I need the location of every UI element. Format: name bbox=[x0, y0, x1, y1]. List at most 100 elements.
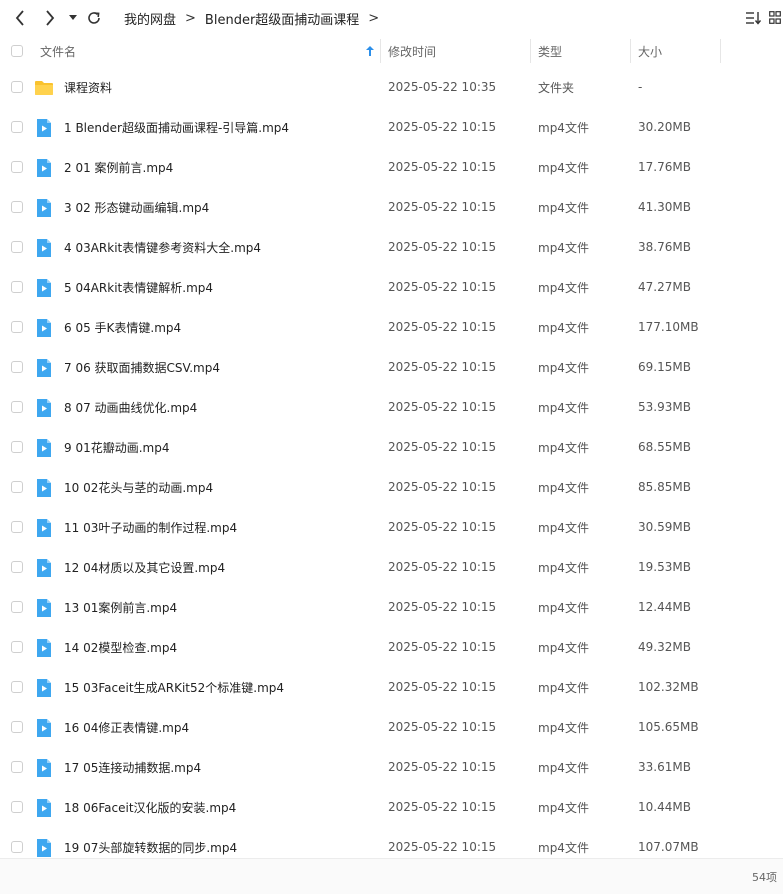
row-checkbox[interactable] bbox=[11, 801, 23, 813]
column-header: 文件名 修改时间 类型 大小 bbox=[0, 36, 783, 66]
file-type: mp4文件 bbox=[538, 520, 589, 535]
row-checkbox[interactable] bbox=[11, 601, 23, 613]
table-row[interactable]: 17 05连接动捕数据.mp4 2025-05-22 10:15 mp4文件 33.6… bbox=[0, 747, 783, 787]
row-checkbox[interactable] bbox=[11, 641, 23, 653]
modified-time: 2025-05-22 10:15 bbox=[388, 360, 497, 374]
file-name[interactable]: 9 01花瓣动画.mp4 bbox=[64, 427, 169, 467]
modified-time: 2025-05-22 10:15 bbox=[388, 400, 497, 414]
row-checkbox[interactable] bbox=[11, 281, 23, 293]
row-checkbox[interactable] bbox=[11, 721, 23, 733]
row-checkbox[interactable] bbox=[11, 681, 23, 693]
table-row[interactable]: 12 04材质以及其它设置.mp4 2025-05-22 10:15 mp4文件 19… bbox=[0, 547, 783, 587]
file-size: 17.76MB bbox=[638, 160, 691, 174]
column-divider[interactable] bbox=[530, 39, 531, 63]
row-checkbox[interactable] bbox=[11, 161, 23, 173]
history-dropdown-button[interactable] bbox=[67, 12, 79, 24]
row-checkbox[interactable] bbox=[11, 401, 23, 413]
file-name[interactable]: 课程资料 bbox=[64, 67, 112, 107]
row-checkbox[interactable] bbox=[11, 121, 23, 133]
file-name[interactable]: 7 06 获取面捕数据CSV.mp4 bbox=[64, 347, 220, 387]
column-name-header[interactable]: 文件名 bbox=[40, 36, 378, 66]
video-file-icon bbox=[37, 199, 51, 217]
video-file-icon bbox=[37, 279, 51, 297]
file-name[interactable]: 10 02花头与茎的动画.mp4 bbox=[64, 467, 213, 507]
table-row[interactable]: 11 03叶子动画的制作过程.mp4 2025-05-22 10:15 mp4文件 3… bbox=[0, 507, 783, 547]
table-row[interactable]: 9 01花瓣动画.mp4 2025-05-22 10:15 mp4文件 68.55MB bbox=[0, 427, 783, 467]
column-divider[interactable] bbox=[380, 39, 381, 63]
table-row[interactable]: 3 02 形态键动画编辑.mp4 2025-05-22 10:15 mp4文件 41.… bbox=[0, 187, 783, 227]
column-divider[interactable] bbox=[720, 39, 721, 63]
refresh-button[interactable] bbox=[85, 8, 103, 28]
video-file-icon bbox=[37, 679, 51, 697]
row-checkbox[interactable] bbox=[11, 361, 23, 373]
file-name[interactable]: 4 03ARkit表情键参考资料大全.mp4 bbox=[64, 227, 261, 267]
modified-time: 2025-05-22 10:15 bbox=[388, 240, 497, 254]
table-row[interactable]: 1 Blender超级面捕动画课程-引导篇.mp4 2025-05-22 10:1… bbox=[0, 107, 783, 147]
video-file-icon bbox=[37, 479, 51, 497]
select-all-checkbox[interactable] bbox=[11, 45, 23, 57]
file-name[interactable]: 2 01 案例前言.mp4 bbox=[64, 147, 173, 187]
row-checkbox[interactable] bbox=[11, 241, 23, 253]
table-row[interactable]: 2 01 案例前言.mp4 2025-05-22 10:15 mp4文件 17.76M… bbox=[0, 147, 783, 187]
table-row[interactable]: 16 04修正表情键.mp4 2025-05-22 10:15 mp4文件 105.6… bbox=[0, 707, 783, 747]
grid-view-icon bbox=[769, 11, 781, 24]
sort-button[interactable] bbox=[744, 9, 762, 27]
row-checkbox[interactable] bbox=[11, 81, 23, 93]
column-divider[interactable] bbox=[630, 39, 631, 63]
table-row[interactable]: 10 02花头与茎的动画.mp4 2025-05-22 10:15 mp4文件 85.… bbox=[0, 467, 783, 507]
file-type: mp4文件 bbox=[538, 560, 589, 575]
file-name[interactable]: 12 04材质以及其它设置.mp4 bbox=[64, 547, 225, 587]
table-row[interactable]: 课程资料 2025-05-22 10:35 文件夹 - bbox=[0, 67, 783, 107]
row-checkbox[interactable] bbox=[11, 521, 23, 533]
row-checkbox[interactable] bbox=[11, 201, 23, 213]
row-checkbox[interactable] bbox=[11, 481, 23, 493]
table-row[interactable]: 5 04ARkit表情键解析.mp4 2025-05-22 10:15 mp4文件 4… bbox=[0, 267, 783, 307]
file-name[interactable]: 15 03Faceit生成ARKit52个标准键.mp4 bbox=[64, 667, 284, 707]
chevron-left-icon bbox=[15, 10, 24, 26]
file-type: mp4文件 bbox=[538, 360, 589, 375]
row-checkbox[interactable] bbox=[11, 761, 23, 773]
file-name[interactable]: 14 02模型检查.mp4 bbox=[64, 627, 177, 667]
file-name[interactable]: 13 01案例前言.mp4 bbox=[64, 587, 177, 627]
column-modified-header[interactable]: 修改时间 bbox=[388, 36, 528, 66]
column-size-header[interactable]: 大小 bbox=[638, 36, 718, 66]
file-size: 49.32MB bbox=[638, 640, 691, 654]
breadcrumb-item-root[interactable]: 我的网盘 bbox=[124, 9, 176, 28]
table-row[interactable]: 8 07 动画曲线优化.mp4 2025-05-22 10:15 mp4文件 53.9… bbox=[0, 387, 783, 427]
row-checkbox[interactable] bbox=[11, 321, 23, 333]
table-row[interactable]: 4 03ARkit表情键参考资料大全.mp4 2025-05-22 10:15 mp… bbox=[0, 227, 783, 267]
table-row[interactable]: 6 05 手K表情键.mp4 2025-05-22 10:15 mp4文件 177.1… bbox=[0, 307, 783, 347]
video-file-icon bbox=[37, 799, 51, 817]
table-row[interactable]: 15 03Faceit生成ARKit52个标准键.mp4 2025-05-22 1… bbox=[0, 667, 783, 707]
file-type: mp4文件 bbox=[538, 440, 589, 455]
video-file-icon bbox=[37, 839, 51, 857]
breadcrumb-item-current[interactable]: Blender超级面捕动画课程 bbox=[205, 9, 359, 28]
file-name[interactable]: 11 03叶子动画的制作过程.mp4 bbox=[64, 507, 237, 547]
row-checkbox[interactable] bbox=[11, 441, 23, 453]
back-button[interactable] bbox=[10, 8, 30, 28]
table-row[interactable]: 14 02模型检查.mp4 2025-05-22 10:15 mp4文件 49.32M… bbox=[0, 627, 783, 667]
file-name[interactable]: 17 05连接动捕数据.mp4 bbox=[64, 747, 201, 787]
forward-button[interactable] bbox=[40, 8, 60, 28]
arrow-up-icon bbox=[366, 46, 374, 56]
video-file-icon bbox=[37, 759, 51, 777]
row-checkbox[interactable] bbox=[11, 561, 23, 573]
view-mode-button[interactable] bbox=[767, 9, 783, 27]
file-name[interactable]: 5 04ARkit表情键解析.mp4 bbox=[64, 267, 213, 307]
file-name[interactable]: 16 04修正表情键.mp4 bbox=[64, 707, 189, 747]
file-type: mp4文件 bbox=[538, 400, 589, 415]
table-row[interactable]: 13 01案例前言.mp4 2025-05-22 10:15 mp4文件 12.44M… bbox=[0, 587, 783, 627]
file-name[interactable]: 1 Blender超级面捕动画课程-引导篇.mp4 bbox=[64, 107, 289, 147]
file-name[interactable]: 18 06Faceit汉化版的安装.mp4 bbox=[64, 787, 236, 827]
table-row[interactable]: 7 06 获取面捕数据CSV.mp4 2025-05-22 10:15 mp4文件 6… bbox=[0, 347, 783, 387]
file-size: 10.44MB bbox=[638, 800, 691, 814]
modified-time: 2025-05-22 10:15 bbox=[388, 720, 497, 734]
file-type: mp4文件 bbox=[538, 760, 589, 775]
column-type-header[interactable]: 类型 bbox=[538, 36, 628, 66]
video-file-icon bbox=[37, 719, 51, 737]
table-row[interactable]: 18 06Faceit汉化版的安装.mp4 2025-05-22 10:15 mp4… bbox=[0, 787, 783, 827]
row-checkbox[interactable] bbox=[11, 841, 23, 853]
file-name[interactable]: 6 05 手K表情键.mp4 bbox=[64, 307, 181, 347]
file-name[interactable]: 8 07 动画曲线优化.mp4 bbox=[64, 387, 197, 427]
file-name[interactable]: 3 02 形态键动画编辑.mp4 bbox=[64, 187, 209, 227]
